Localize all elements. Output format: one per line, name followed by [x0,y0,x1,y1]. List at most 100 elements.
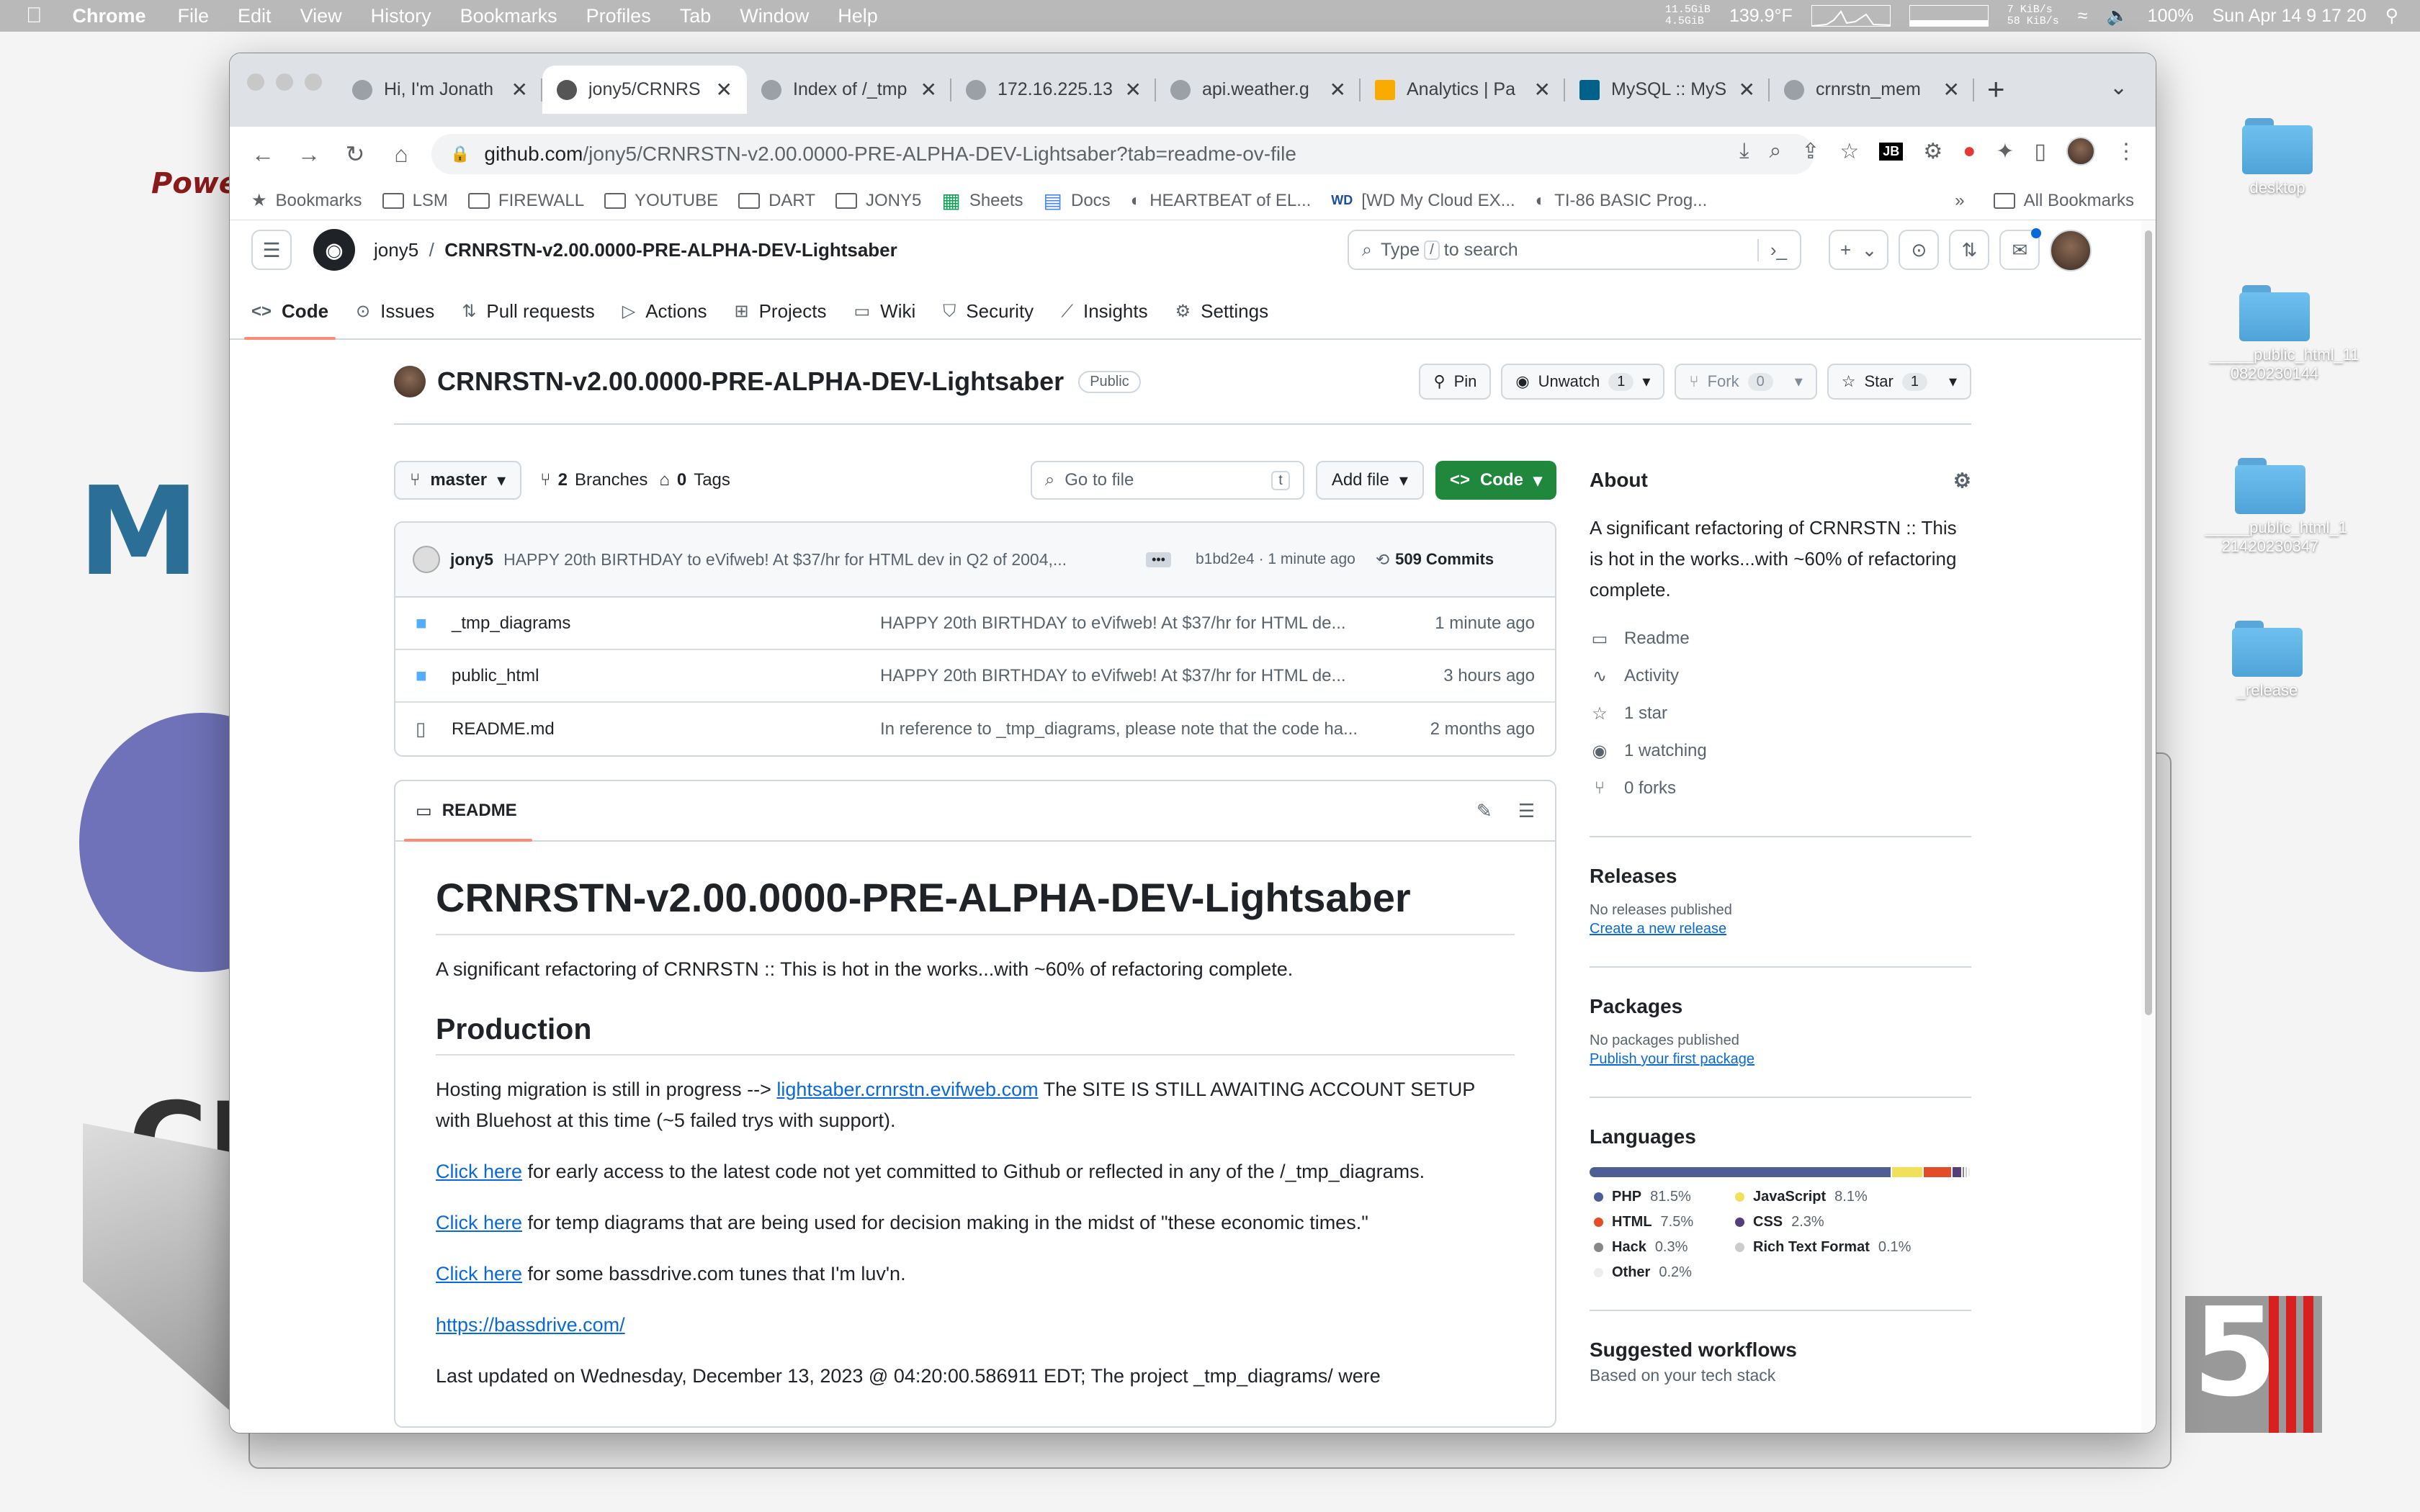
breadcrumb-repo[interactable]: CRNRSTN-v2.00.0000-PRE-ALPHA-DEV-Lightsa… [444,239,897,261]
all-bookmarks[interactable]: All Bookmarks [1993,191,2134,211]
gear-icon[interactable]: ⚙ [1953,469,1971,492]
about-stars-link[interactable]: ☆ 1 star [1590,695,1971,732]
zoom-window-button[interactable] [305,73,322,91]
app-menu[interactable]: Chrome [73,5,146,27]
about-watching-link[interactable]: ◉ 1 watching [1590,732,1971,770]
tab-search-chevron-icon[interactable]: ⌄ [2110,75,2128,100]
tab-issues[interactable]: ⊙ Issues [356,300,434,338]
star-button[interactable]: ☆ Star 1 ▾ [1827,364,1971,400]
close-tab-icon[interactable]: ✕ [511,78,528,102]
language-item[interactable]: Rich Text Format 0.1% [1735,1239,1922,1256]
breadcrumb-owner[interactable]: jony5 [374,239,418,261]
desktop-folder-release[interactable]: _release [2202,621,2332,700]
menu-profiles[interactable]: Profiles [586,5,651,27]
about-forks-link[interactable]: ⑂ 0 forks [1590,770,1971,807]
file-row[interactable]: ■ public_html HAPPY 20th BIRTHDAY to eVi… [395,650,1555,703]
desktop-folder-public-html-1[interactable]: _____public_html_11 0820230144 [2210,285,2360,383]
browser-tab[interactable]: MySQL :: MyS ✕ [1565,66,1770,114]
reload-icon[interactable]: ↻ [338,137,372,171]
commit-author[interactable]: jony5 [450,550,493,570]
spotlight-icon[interactable]: ⚲ [2385,5,2398,27]
click-here-link[interactable]: Click here [436,1161,522,1182]
close-tab-icon[interactable]: ✕ [920,78,937,102]
menu-history[interactable]: History [371,5,431,27]
inbox-icon[interactable]: ✉ [1999,228,2042,270]
close-tab-icon[interactable]: ✕ [1125,78,1142,102]
releases-title[interactable]: Releases [1590,865,1971,888]
lock-icon[interactable]: 🔒 [450,145,470,163]
branches-link[interactable]: ⑂ 2 Branches [540,470,647,490]
hamburger-menu-icon[interactable]: ☰ [251,230,292,270]
commit-author-avatar[interactable] [413,546,440,573]
home-icon[interactable]: ⌂ [384,137,418,171]
language-item[interactable]: PHP 81.5% [1594,1189,1735,1205]
bookmark-item[interactable]: FIREWALL [467,191,584,211]
tags-link[interactable]: ⌂ 0 Tags [659,470,730,490]
tab-security[interactable]: ⛉ Security [943,300,1034,338]
browser-tab[interactable]: Index of /_tmp ✕ [747,66,951,114]
click-here-link[interactable]: Click here [436,1263,522,1284]
language-item[interactable]: CSS 2.3% [1735,1214,1922,1230]
lightsaber-link[interactable]: lightsaber.crnrstn.evifweb.com [776,1079,1038,1100]
menu-help[interactable]: Help [838,5,878,27]
close-tab-icon[interactable]: ✕ [1739,78,1755,102]
command-palette-icon[interactable]: ›_ [1757,238,1787,261]
bookmark-item[interactable]: ◐ TI-86 BASIC Prog... [1536,191,1708,211]
commit-sha[interactable]: b1bd2e4 · 1 minute ago [1196,551,1355,568]
publish-package-link[interactable]: Publish your first package [1590,1051,1754,1067]
commit-message[interactable]: HAPPY 20th BIRTHDAY to eVifweb! At $37/h… [503,550,1130,570]
language-item[interactable]: Other 0.2% [1594,1264,1735,1281]
bookmarks-overflow[interactable]: » [1955,191,1964,211]
menu-window[interactable]: Window [740,5,809,27]
battery[interactable]: 100% [2148,6,2194,27]
menu-tab[interactable]: Tab [680,5,712,27]
user-avatar[interactable] [2050,230,2092,271]
fork-button[interactable]: ⑂ Fork 0 ▾ [1675,364,1817,400]
minimize-window-button[interactable] [276,73,293,91]
install-icon[interactable]: ⤓ [1739,139,1749,163]
code-button[interactable]: <> Code ▾ [1435,461,1556,500]
unwatch-button[interactable]: ◉ Unwatch 1 ▾ [1501,364,1665,400]
bookmark-star-icon[interactable]: ☆ [1839,139,1859,164]
file-row[interactable]: ▯ README.md In reference to _tmp_diagram… [395,703,1555,755]
wifi-icon[interactable]: ≈ [2078,6,2088,27]
branch-selector[interactable]: ⑂ master ▾ [394,461,522,500]
click-here-link[interactable]: Click here [436,1212,522,1233]
close-window-button[interactable] [247,73,264,91]
menu-view[interactable]: View [300,5,342,27]
side-panel-icon[interactable]: ▯ [2034,139,2046,164]
tab-pull-requests[interactable]: ⇅ Pull requests [462,300,594,338]
bookmark-item[interactable]: WD [WD My Cloud EX... [1331,191,1515,211]
tab-code[interactable]: <> Code [243,300,336,340]
bookmark-item[interactable]: LSM [382,191,448,211]
close-tab-icon[interactable]: ✕ [1943,78,1960,102]
go-to-file-input[interactable]: ⌕ Go to file t [1030,461,1304,500]
menu-bookmarks[interactable]: Bookmarks [460,5,557,27]
outline-list-icon[interactable]: ☰ [1518,800,1535,822]
tab-projects[interactable]: ⊞ Projects [734,300,826,338]
bookmark-item[interactable]: ★ Bookmarks [251,190,362,211]
file-name[interactable]: _tmp_diagrams [452,613,880,634]
desktop-folder-desktop[interactable]: desktop [2213,118,2342,197]
create-new-button[interactable]: + ⌄ [1829,230,1889,270]
forward-arrow-icon[interactable]: → [292,137,326,171]
create-release-link[interactable]: Create a new release [1590,921,1726,937]
about-readme-link[interactable]: ▭ Readme [1590,620,1971,657]
commit-expand-button[interactable]: ••• [1146,552,1171,567]
bookmark-item[interactable]: ▤ Docs [1044,189,1111,212]
menu-file[interactable]: File [178,5,210,27]
volume-icon[interactable]: 🔈 [2107,6,2129,27]
jetbrains-extension-icon[interactable]: JB [1879,142,1904,161]
browser-tab-active[interactable]: jony5/CRNRS ✕ [542,66,747,114]
profile-avatar[interactable] [2066,137,2095,166]
file-commit-message[interactable]: HAPPY 20th BIRTHDAY to eVifweb! At $37/h… [880,666,1377,686]
language-item[interactable]: Hack 0.3% [1594,1239,1735,1256]
page-scrollbar[interactable] [2141,220,2156,1433]
edit-pencil-icon[interactable]: ✎ [1476,800,1492,822]
red-extension-icon[interactable]: ● [1963,139,1976,163]
close-tab-icon[interactable]: ✕ [716,78,732,102]
extensions-puzzle-icon[interactable]: ✦ [1996,139,2014,164]
back-arrow-icon[interactable]: ← [246,137,280,171]
address-bar[interactable]: 🔒 github.com/jony5/CRNRSTN-v2.00.0000-PR… [431,134,1814,174]
close-tab-icon[interactable]: ✕ [1534,78,1551,102]
